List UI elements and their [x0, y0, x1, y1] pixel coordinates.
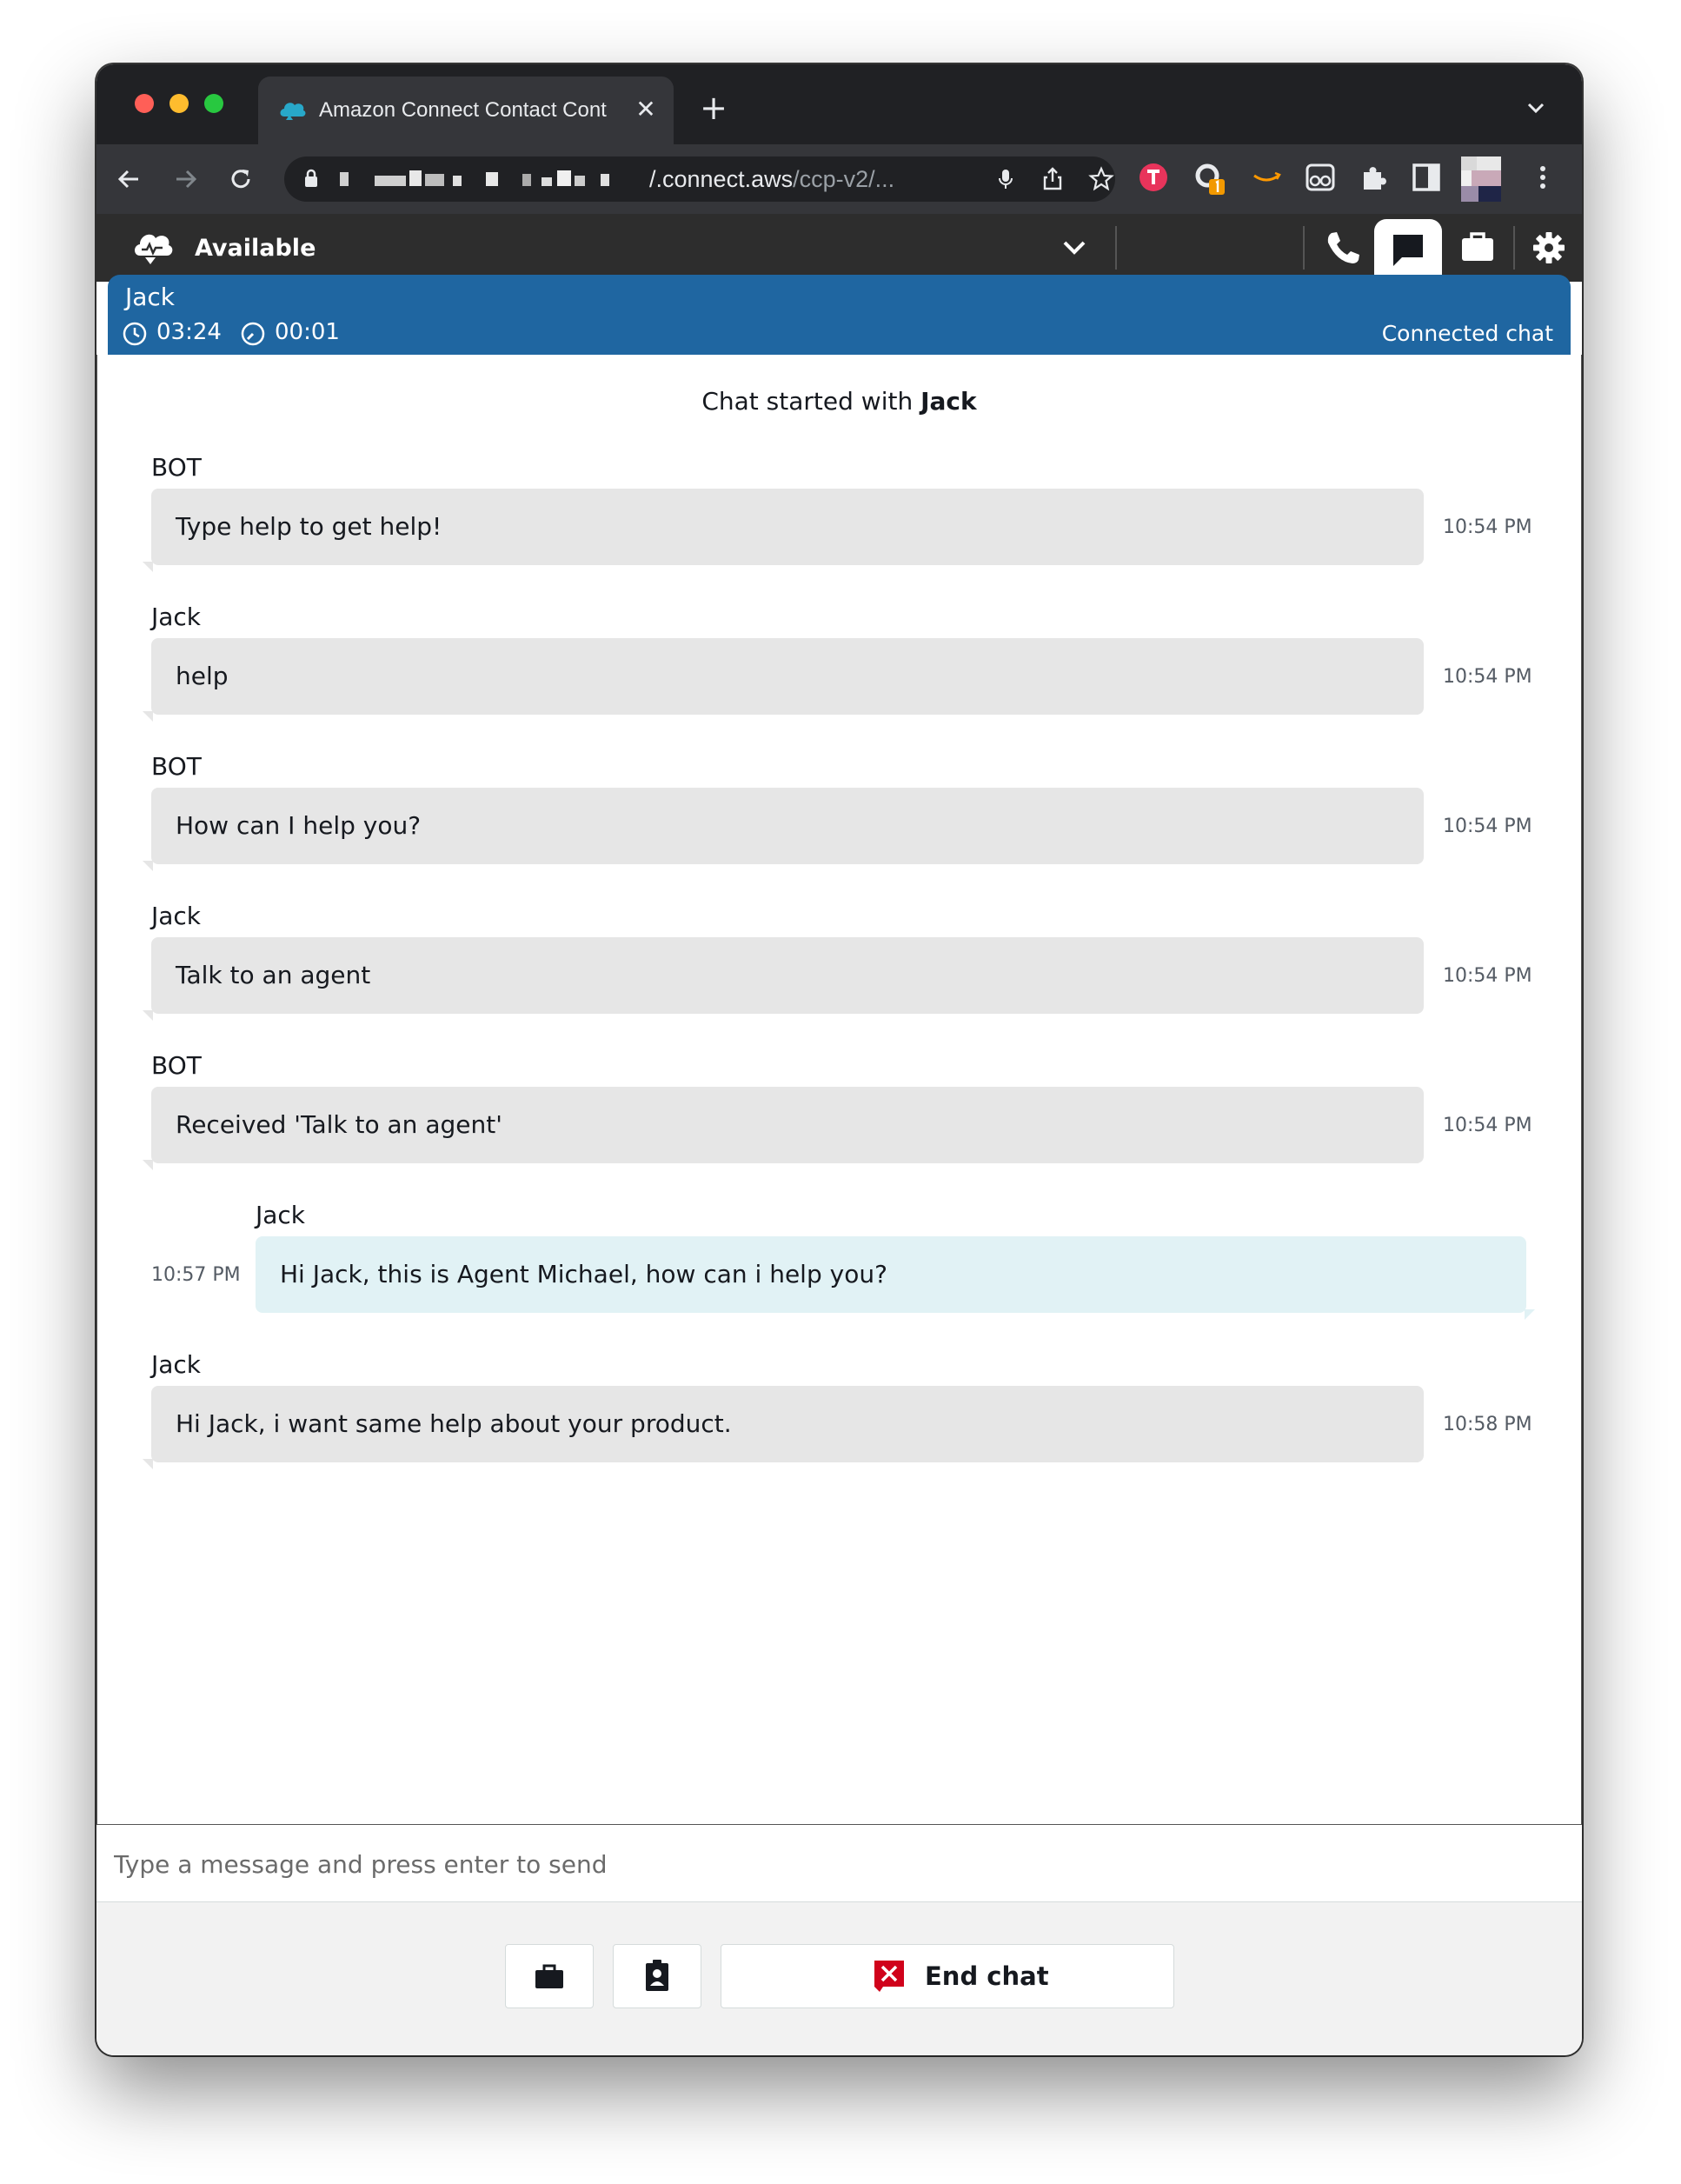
message-sender: Jack — [151, 902, 202, 930]
divider — [1303, 226, 1305, 270]
close-window-button[interactable] — [135, 94, 154, 113]
message-text: How can I help you? — [176, 811, 422, 840]
message-time: 10:54 PM — [1443, 965, 1532, 987]
back-icon[interactable] — [110, 160, 149, 198]
message-bubble: Hi Jack, i want same help about your pro… — [143, 1386, 1424, 1469]
maximize-window-button[interactable] — [204, 94, 223, 113]
state-duration: 00:01 — [275, 319, 340, 345]
side-panel-icon[interactable] — [1409, 160, 1444, 195]
chat-started-name: Jack — [920, 387, 977, 416]
extension-badge-icon[interactable] — [1192, 160, 1226, 195]
message-text: Received 'Talk to an agent' — [176, 1110, 502, 1139]
briefcase-icon — [535, 1964, 563, 1988]
state-timer-icon — [241, 322, 265, 346]
message-time: 10:57 PM — [151, 1264, 241, 1286]
message-bubble: Received 'Talk to an agent' — [143, 1087, 1424, 1170]
amazon-connect-icon — [280, 103, 306, 120]
message-sender: BOT — [151, 453, 202, 482]
quick-connects-button[interactable] — [505, 1944, 594, 2008]
chat-actions-bar: End chat — [96, 1902, 1582, 2055]
phone-icon[interactable] — [1308, 214, 1376, 282]
message-time: 10:54 PM — [1443, 816, 1532, 837]
briefcase-icon[interactable] — [1444, 214, 1512, 282]
lock-icon — [305, 169, 317, 187]
chat-started-prefix: Chat started with — [701, 387, 921, 416]
new-tab-button[interactable]: + — [696, 90, 731, 125]
ccp-status-bar: Available — [96, 214, 1582, 282]
chat-transcript[interactable]: Chat started with Jack BOT Type help to … — [96, 355, 1582, 1825]
message-time: 10:54 PM — [1443, 1115, 1532, 1136]
composer — [96, 1825, 1582, 1902]
clock-icon — [123, 322, 147, 346]
status-dropdown-icon[interactable] — [1059, 233, 1090, 263]
reload-icon[interactable] — [222, 160, 260, 198]
message-bubble: Talk to an agent — [143, 937, 1424, 1021]
contact-state-label: Connected chat — [1381, 321, 1553, 346]
message-text: Type help to get help! — [176, 512, 442, 541]
kebab-menu-icon[interactable] — [1525, 160, 1560, 195]
message-input[interactable] — [112, 1841, 1567, 1888]
message-sender: BOT — [151, 752, 202, 781]
agent-status-label[interactable]: Available — [195, 231, 316, 266]
forward-icon[interactable] — [166, 160, 204, 198]
message-bubble: Type help to get help! — [143, 489, 1424, 572]
contact-duration: 03:24 — [156, 319, 222, 345]
chat-started-banner: Chat started with Jack — [97, 384, 1581, 419]
contact-card-button[interactable] — [613, 1944, 701, 2008]
close-tab-icon[interactable]: ✕ — [630, 94, 661, 125]
tab-title: Amazon Connect Contact Cont — [319, 98, 607, 122]
redacted-url-image — [340, 170, 609, 186]
message-bubble: How can I help you? — [143, 788, 1424, 871]
message-time: 10:58 PM — [1443, 1414, 1532, 1435]
reader-glasses-icon[interactable] — [1303, 160, 1338, 195]
browser-window: Amazon Connect Contact Cont ✕ + /.connec… — [96, 64, 1582, 2055]
message-text: Talk to an agent — [176, 961, 371, 989]
chat-icon — [1393, 235, 1423, 266]
message-sender: BOT — [151, 1051, 202, 1080]
chevron-down-icon[interactable] — [1518, 92, 1553, 123]
end-chat-icon — [874, 1961, 904, 1992]
end-chat-label: End chat — [925, 1961, 1049, 1991]
message-time: 10:54 PM — [1443, 516, 1532, 538]
contact-header[interactable]: Jack 03:24 00:01 Connected chat — [108, 275, 1571, 355]
gear-icon[interactable] — [1515, 214, 1582, 282]
profile-avatar[interactable] — [1461, 156, 1501, 202]
cloud-status-icon — [135, 234, 173, 264]
url-path: /ccp-v2/... — [793, 166, 895, 192]
message-time: 10:54 PM — [1443, 666, 1532, 688]
chat-tab-button[interactable] — [1374, 219, 1442, 282]
contact-card-icon — [646, 1960, 668, 1991]
puzzle-extensions-icon[interactable] — [1357, 160, 1392, 195]
minimize-window-button[interactable] — [169, 94, 189, 113]
tab-strip: Amazon Connect Contact Cont ✕ + — [96, 64, 1582, 144]
message-bubble: help — [143, 638, 1424, 722]
message-text: Hi Jack, i want same help about your pro… — [176, 1409, 732, 1438]
address-bar[interactable]: /.connect.aws/ccp-v2/... — [284, 156, 1115, 202]
message-sender: Jack — [151, 603, 202, 631]
message-text: Hi Jack, this is Agent Michael, how can … — [280, 1260, 887, 1288]
extension-red-icon[interactable] — [1136, 160, 1171, 195]
message-text: help — [176, 662, 229, 690]
browser-toolbar: /.connect.aws/ccp-v2/... — [96, 144, 1582, 214]
contact-name: Jack — [125, 283, 176, 311]
message-sender: Jack — [151, 1350, 202, 1379]
url-text: /.connect.aws/ccp-v2/... — [649, 163, 971, 195]
bookmark-star-icon[interactable] — [1087, 165, 1115, 193]
message-sender: Jack — [256, 1201, 306, 1229]
browser-tab-active[interactable]: Amazon Connect Contact Cont ✕ — [258, 77, 674, 144]
divider — [1115, 226, 1117, 270]
url-host: /.connect.aws — [649, 166, 794, 192]
agent-message-bubble: Hi Jack, this is Agent Michael, how can … — [256, 1236, 1535, 1320]
amazon-assistant-icon[interactable] — [1249, 160, 1284, 195]
share-icon[interactable] — [1039, 165, 1066, 193]
end-chat-button[interactable]: End chat — [721, 1944, 1174, 2008]
microphone-icon[interactable] — [992, 165, 1020, 193]
